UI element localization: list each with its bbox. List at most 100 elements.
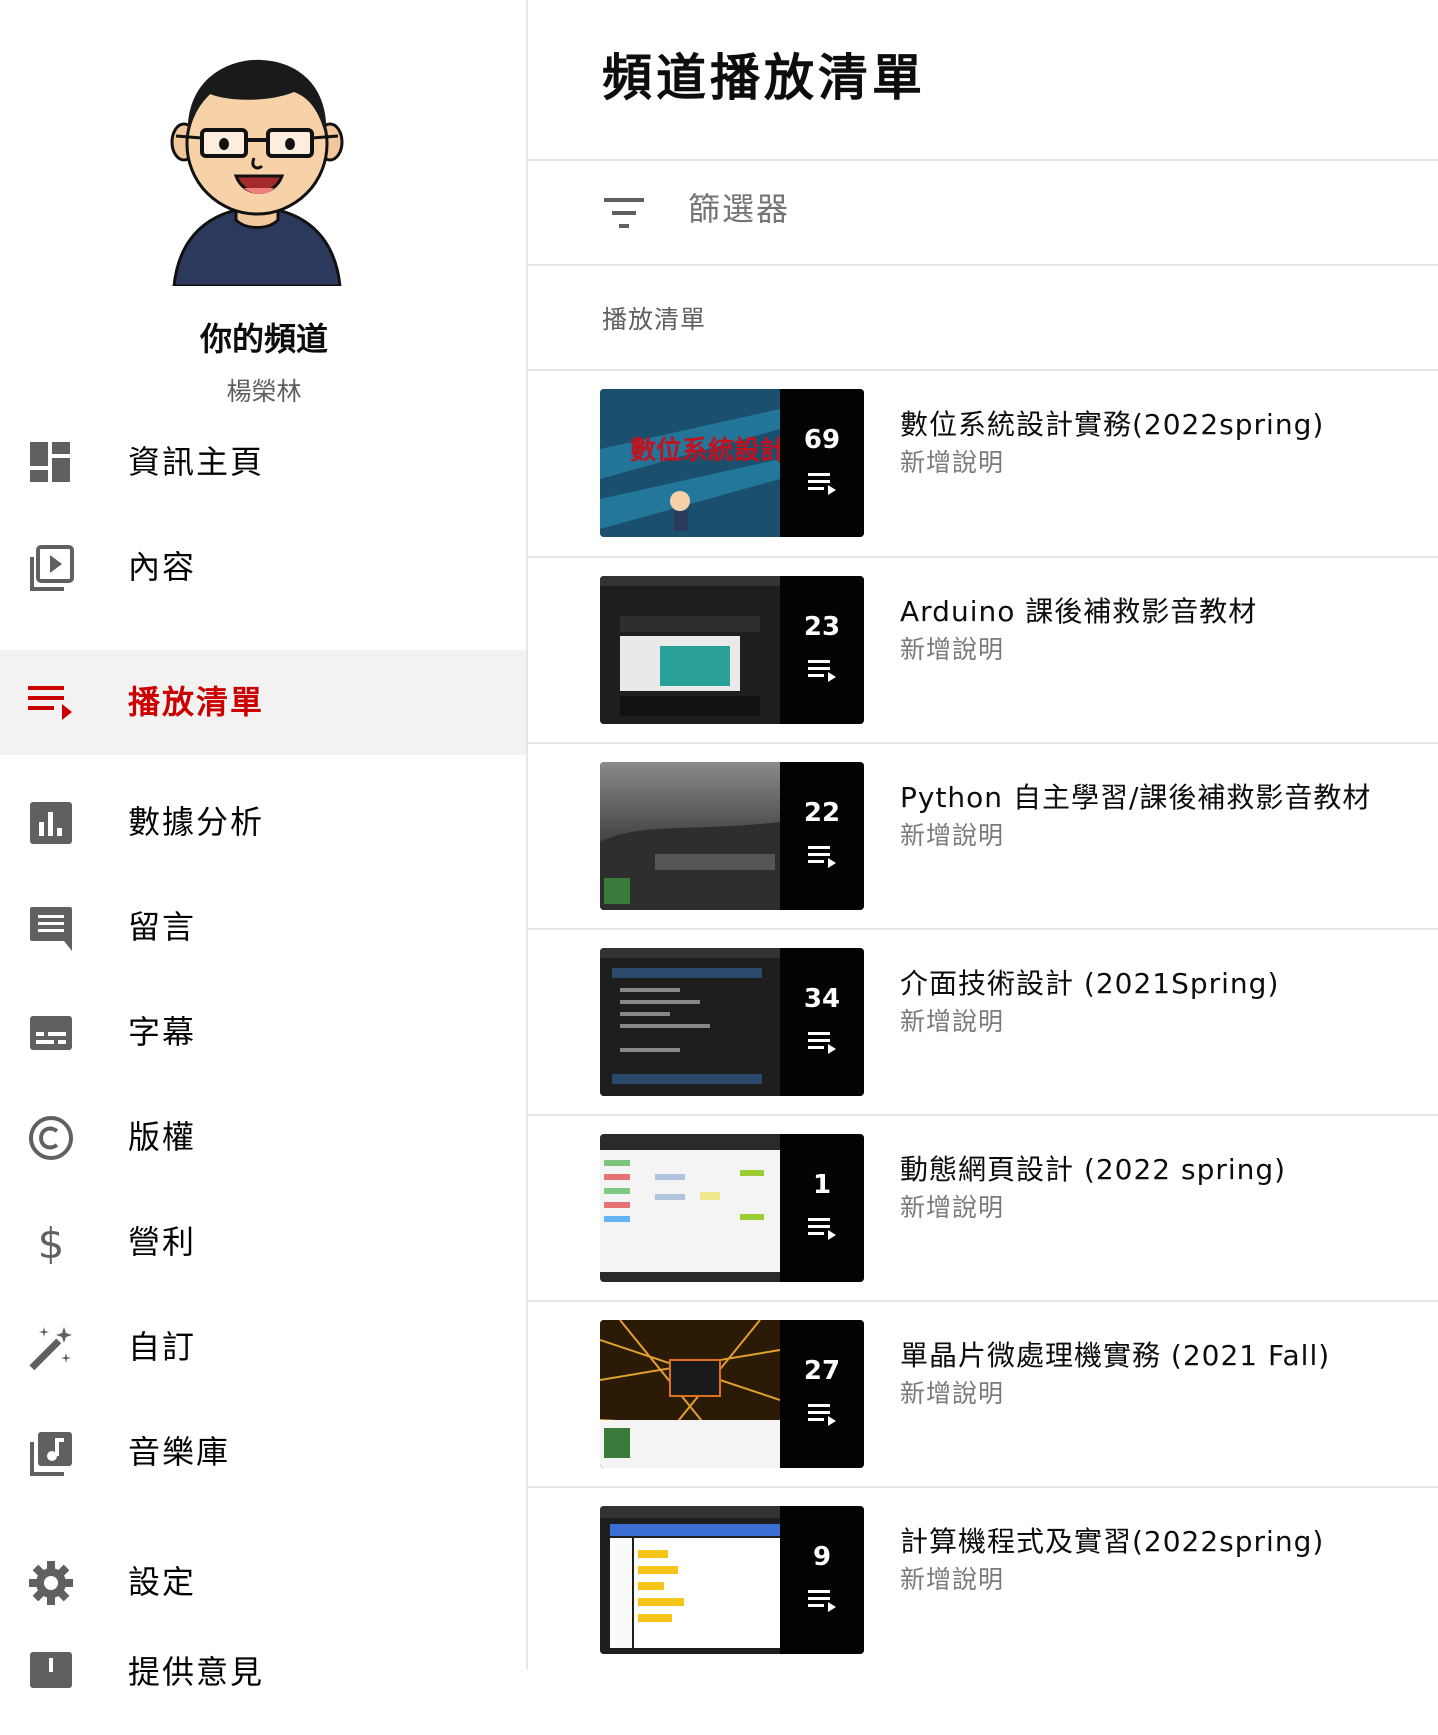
- analytics-icon: [30, 802, 72, 844]
- playlist-description[interactable]: 新增說明: [900, 1002, 1004, 1038]
- playlist-thumbnail[interactable]: 數位系統設計 69: [600, 389, 864, 537]
- sidebar-item-settings[interactable]: 設定: [0, 1530, 526, 1635]
- sidebar-item-label: 資訊主頁: [128, 443, 265, 481]
- sidebar-item-label: 音樂庫: [128, 1433, 231, 1471]
- sidebar-item-label: 提供意見: [128, 1653, 265, 1691]
- sidebar-item-audio-library[interactable]: 音樂庫: [0, 1400, 526, 1505]
- music-library-icon: [30, 1432, 72, 1476]
- playlist-count-overlay: 34: [780, 948, 864, 1096]
- playlist-thumbnail[interactable]: 9: [600, 1506, 864, 1654]
- playlist-icon: [808, 846, 836, 868]
- playlist-icon: [808, 1032, 836, 1054]
- svg-text:$: $: [38, 1220, 65, 1266]
- sidebar-item-playlists[interactable]: 播放清單: [0, 650, 526, 755]
- sidebar-item-label: 留言: [128, 908, 197, 946]
- playlist-row[interactable]: 34 介面技術設計 (2021Spring) 新增說明: [528, 930, 1438, 1116]
- filter-input[interactable]: [688, 190, 1088, 228]
- dollar-icon: $: [38, 1220, 65, 1266]
- sidebar-item-label: 字幕: [128, 1013, 197, 1051]
- sidebar-item-label: 營利: [128, 1223, 197, 1261]
- playlist-thumbnail[interactable]: 27: [600, 1320, 864, 1468]
- playlist-icon: [808, 1590, 836, 1612]
- playlist-description[interactable]: 新增說明: [900, 1560, 1004, 1596]
- divider: [528, 159, 1438, 161]
- sidebar-item-copyright[interactable]: 版權: [0, 1085, 526, 1190]
- playlist-row[interactable]: 1 動態網頁設計 (2022 spring) 新增說明: [528, 1116, 1438, 1302]
- sidebar-item-label: 數據分析: [128, 803, 265, 841]
- sidebar-item-customization[interactable]: 自訂: [0, 1295, 526, 1400]
- sidebar-item-subtitles[interactable]: 字幕: [0, 980, 526, 1085]
- sidebar-item-analytics[interactable]: 數據分析: [0, 770, 526, 875]
- playlist-thumbnail[interactable]: 22: [600, 762, 864, 910]
- playlist-title[interactable]: 計算機程式及實習(2022spring): [900, 1520, 1324, 1560]
- playlist-description[interactable]: 新增說明: [900, 816, 1004, 852]
- svg-text:數位系統設計: 數位系統設計: [630, 435, 780, 466]
- playlist-row[interactable]: 數位系統設計 69 數位系統設計實務(2022spring) 新增說明: [528, 371, 1438, 557]
- thumbnail-image: 數位系統設計: [600, 389, 780, 537]
- dashboard-icon: [30, 442, 70, 482]
- section-header: 播放清單: [602, 305, 707, 334]
- playlist-description[interactable]: 新增說明: [900, 630, 1004, 666]
- thumbnail-image: [600, 1134, 780, 1282]
- sidebar: 你的頻道 楊榮林 資訊主頁 內容 播放清單 數據分析 留言 字幕 版權 $ 營利…: [0, 0, 528, 1691]
- playlist-count-overlay: 9: [780, 1506, 864, 1654]
- channel-title: 你的頻道: [199, 320, 328, 358]
- sidebar-item-label: 播放清單: [128, 683, 265, 721]
- playlist-icon: [808, 1404, 836, 1426]
- video-count: 9: [812, 1542, 832, 1572]
- playlist-icon: [808, 473, 836, 495]
- playlist-thumbnail[interactable]: 23: [600, 576, 864, 724]
- video-count: 1: [812, 1170, 832, 1200]
- gear-icon: [29, 1561, 73, 1605]
- thumbnail-image: [600, 762, 780, 910]
- sidebar-item-label: 設定: [128, 1563, 197, 1601]
- video-count: 34: [803, 984, 841, 1014]
- playlist-count-overlay: 69: [780, 389, 864, 537]
- playlist-thumbnail[interactable]: 1: [600, 1134, 864, 1282]
- main-content: 頻道播放清單 播放清單 數位系統設計 69: [528, 0, 1438, 1669]
- playlist-row[interactable]: 23 Arduino 課後補救影音教材 新增說明: [528, 558, 1438, 744]
- sidebar-item-label: 自訂: [128, 1328, 197, 1366]
- playlist-title[interactable]: 單晶片微處理機實務 (2021 Fall): [900, 1334, 1330, 1374]
- video-count: 27: [803, 1356, 841, 1386]
- copyright-icon: [29, 1116, 73, 1160]
- divider: [528, 264, 1438, 266]
- channel-avatar[interactable]: [170, 58, 344, 286]
- sidebar-item-dashboard[interactable]: 資訊主頁: [0, 410, 526, 515]
- playlist-row[interactable]: 9 計算機程式及實習(2022spring) 新增說明: [528, 1488, 1438, 1674]
- feedback-icon: [30, 1652, 72, 1688]
- playlist-title[interactable]: 數位系統設計實務(2022spring): [900, 403, 1324, 443]
- video-library-icon: [30, 545, 74, 591]
- sidebar-item-label: 內容: [128, 548, 197, 586]
- video-count: 23: [803, 612, 841, 642]
- sidebar-item-content[interactable]: 內容: [0, 515, 526, 620]
- thumbnail-image: [600, 1506, 780, 1654]
- filter-icon[interactable]: [604, 196, 644, 230]
- playlist-count-overlay: 1: [780, 1134, 864, 1282]
- playlist-thumbnail[interactable]: 34: [600, 948, 864, 1096]
- playlist-row[interactable]: 27 單晶片微處理機實務 (2021 Fall) 新增說明: [528, 1302, 1438, 1488]
- playlist-count-overlay: 27: [780, 1320, 864, 1468]
- thumbnail-image: [600, 576, 780, 724]
- video-count: 69: [803, 425, 841, 455]
- playlist-title[interactable]: Arduino 課後補救影音教材: [900, 590, 1257, 630]
- page-title: 頻道播放清單: [602, 49, 926, 107]
- playlist-row[interactable]: 22 Python 自主學習/課後補救影音教材 新增說明: [528, 744, 1438, 930]
- playlist-count-overlay: 23: [780, 576, 864, 724]
- playlist-description[interactable]: 新增說明: [900, 1374, 1004, 1410]
- video-count: 22: [803, 798, 841, 828]
- comment-icon: [30, 907, 72, 951]
- sidebar-item-feedback[interactable]: 提供意見: [0, 1630, 526, 1735]
- playlist-title[interactable]: Python 自主學習/課後補救影音教材: [900, 776, 1371, 816]
- playlist-description[interactable]: 新增說明: [900, 1188, 1004, 1224]
- playlist-count-overlay: 22: [780, 762, 864, 910]
- sidebar-item-label: 版權: [128, 1118, 197, 1156]
- playlist-icon: [808, 1218, 836, 1240]
- sidebar-item-monetization[interactable]: $ 營利: [0, 1190, 526, 1295]
- channel-owner-name: 楊榮林: [226, 377, 302, 406]
- sidebar-item-comments[interactable]: 留言: [0, 875, 526, 980]
- thumbnail-image: [600, 948, 780, 1096]
- playlist-title[interactable]: 介面技術設計 (2021Spring): [900, 962, 1279, 1002]
- playlist-description[interactable]: 新增說明: [900, 443, 1004, 479]
- playlist-title[interactable]: 動態網頁設計 (2022 spring): [900, 1148, 1286, 1188]
